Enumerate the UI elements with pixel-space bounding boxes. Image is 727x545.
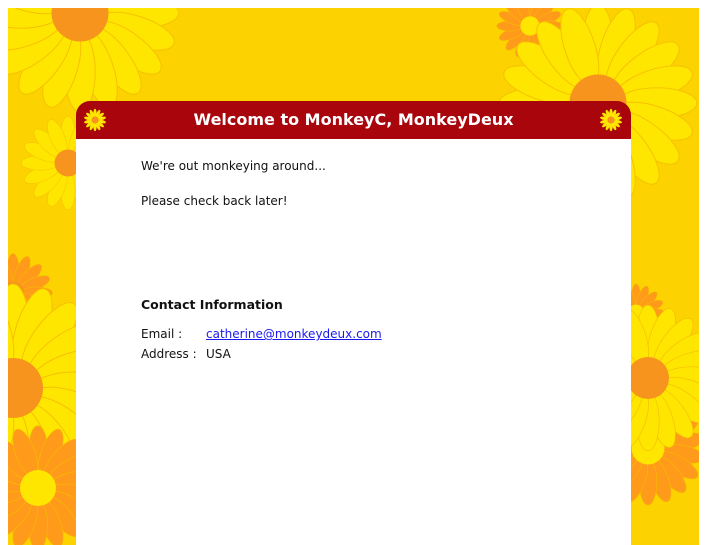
header-banner: Welcome to MonkeyC, MonkeyDeux: [76, 101, 631, 139]
page-frame: Welcome to MonkeyC, MonkeyDeux We're out…: [8, 8, 699, 545]
address-label: Address :: [141, 347, 197, 361]
content-area: We're out monkeying around... Please che…: [76, 139, 631, 545]
address-value: USA: [206, 347, 231, 361]
sunflower-icon: [600, 108, 622, 132]
email-link[interactable]: catherine@monkeydeux.com: [206, 327, 382, 341]
check-back-message: Please check back later!: [141, 194, 288, 208]
contact-heading: Contact Information: [141, 297, 283, 312]
content-card: Welcome to MonkeyC, MonkeyDeux We're out…: [76, 101, 631, 545]
sunflower-top-left: [8, 8, 180, 113]
page-title: Welcome to MonkeyC, MonkeyDeux: [193, 110, 514, 129]
email-label: Email :: [141, 327, 183, 341]
status-message: We're out monkeying around...: [141, 159, 326, 173]
